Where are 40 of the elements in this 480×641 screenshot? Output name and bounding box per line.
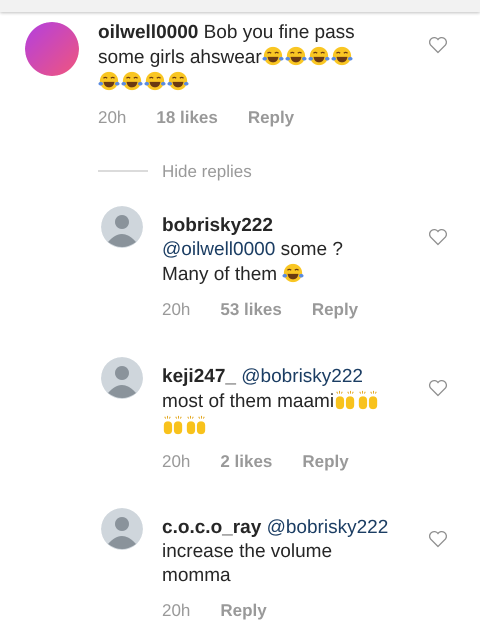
raised-hands-emoji-icon	[357, 388, 380, 410]
comment-text: bobrisky222 @oilwell0000 some ? Many of them	[162, 214, 344, 287]
likes-link[interactable]: 18 likes	[156, 105, 218, 130]
laughing-emoji-icon	[284, 45, 307, 67]
mention-link[interactable]: @bobrisky222	[241, 366, 363, 386]
reply-button[interactable]: Reply	[302, 448, 349, 474]
timestamp: 20h	[162, 299, 190, 321]
laughing-emoji-icon	[262, 45, 284, 67]
reply-button[interactable]: Reply	[220, 598, 267, 624]
raised-hands-emoji-icon	[334, 388, 356, 410]
laughing-emoji-icon	[121, 70, 143, 92]
avatar[interactable]	[101, 356, 143, 398]
likes-link[interactable]: 2 likes	[220, 448, 272, 474]
raised-hands-emoji-icon	[162, 414, 184, 436]
laughing-emoji-icon	[144, 70, 166, 92]
laughing-emoji-icon	[282, 262, 304, 284]
avatar[interactable]	[25, 22, 79, 76]
timestamp: 20h	[162, 450, 190, 472]
reply-button[interactable]: Reply	[312, 297, 358, 322]
heart-icon[interactable]	[428, 228, 448, 246]
laughing-emoji-icon	[167, 70, 189, 92]
heart-icon[interactable]	[428, 36, 448, 54]
mention-link[interactable]: @bobrisky222	[266, 517, 388, 538]
reply-button[interactable]: Reply	[248, 105, 294, 130]
laughing-emoji-icon	[330, 45, 353, 67]
comment-text: oilwell0000 Bob you fine pass some girls ahswear	[98, 21, 428, 95]
avatar[interactable]	[101, 508, 143, 550]
raised-hands-emoji-icon	[185, 414, 207, 436]
comment-text: c.o.c.o_ray @bobrisky222 increase the volume momma	[162, 516, 390, 588]
hide-replies-link[interactable]: Hide replies	[162, 158, 252, 184]
timestamp: 20h	[162, 600, 190, 622]
likes-link[interactable]: 53 likes	[220, 297, 282, 322]
comment-text: keji247_ @bobrisky222 most of them maami	[162, 364, 428, 438]
laughing-emoji-icon	[98, 70, 120, 92]
timestamp: 20h	[98, 107, 126, 129]
heart-icon[interactable]	[428, 530, 448, 548]
laughing-emoji-icon	[308, 45, 330, 67]
mention-link[interactable]: @oilwell0000	[162, 239, 276, 260]
heart-icon[interactable]	[428, 378, 448, 396]
avatar[interactable]	[101, 206, 143, 248]
